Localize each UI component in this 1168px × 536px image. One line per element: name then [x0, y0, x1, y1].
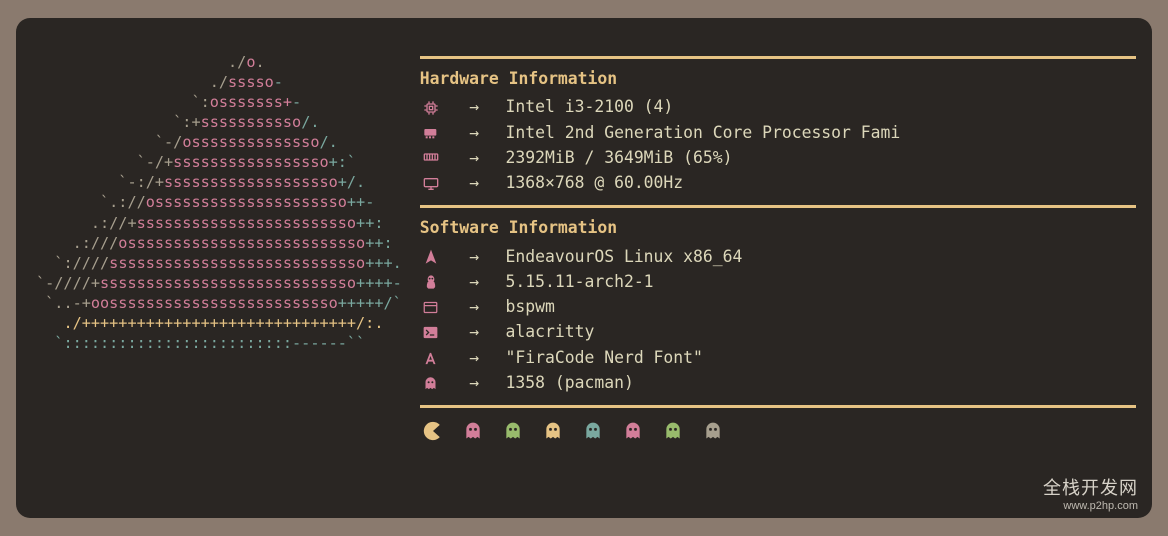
- ghost-icon: [702, 421, 724, 441]
- divider: [420, 405, 1136, 408]
- ghost-icon: [582, 421, 604, 441]
- arrow-icon: →: [452, 345, 496, 370]
- font-icon: [420, 351, 442, 366]
- memory-icon: [420, 151, 442, 165]
- hardware-section-title: Hardware Information: [420, 66, 1136, 91]
- distro-ascii-logo: ./o. ./sssso- `:osssssss+- `:+ssssssssss…: [32, 52, 412, 508]
- info-row-terminal: → alacritty: [420, 319, 1136, 344]
- packages-value: 1358 (pacman): [506, 373, 634, 392]
- arrow-icon: →: [452, 370, 496, 395]
- divider: [420, 205, 1136, 208]
- terminal-value: alacritty: [506, 322, 595, 341]
- arrow-icon: →: [452, 94, 496, 119]
- arrow-icon: →: [452, 120, 496, 145]
- info-row-distro: → EndeavourOS Linux x86_64: [420, 244, 1136, 269]
- distro-icon: [420, 249, 442, 265]
- software-section-title: Software Information: [420, 215, 1136, 240]
- system-info: Hardware Information → Intel i3-2100 (4)…: [412, 52, 1136, 508]
- divider: [420, 56, 1136, 59]
- memory-value: 2392MiB / 3649MiB (65%): [506, 148, 733, 167]
- wm-value: bspwm: [506, 297, 555, 316]
- arrow-icon: →: [452, 319, 496, 344]
- watermark: 全栈开发网 www.p2hp.com: [1043, 474, 1138, 512]
- terminal-icon: [420, 326, 442, 339]
- display-icon: [420, 177, 442, 191]
- arrow-icon: →: [452, 269, 496, 294]
- arrow-icon: →: [452, 170, 496, 195]
- ghost-icon: [542, 421, 564, 441]
- kernel-icon: [420, 274, 442, 290]
- info-row-memory: → 2392MiB / 3649MiB (65%): [420, 145, 1136, 170]
- arrow-icon: →: [452, 145, 496, 170]
- packages-icon: [420, 376, 442, 391]
- gpu-value: Intel 2nd Generation Core Processor Fami: [506, 123, 901, 142]
- kernel-value: 5.15.11-arch2-1: [506, 272, 654, 291]
- info-row-packages: → 1358 (pacman): [420, 370, 1136, 395]
- info-row-kernel: → 5.15.11-arch2-1: [420, 269, 1136, 294]
- gpu-icon: [420, 126, 442, 140]
- ghost-icon: [622, 421, 644, 441]
- ghost-icon: [502, 421, 524, 441]
- cpu-value: Intel i3-2100 (4): [506, 97, 674, 116]
- info-row-wm: → bspwm: [420, 294, 1136, 319]
- arrow-icon: →: [452, 244, 496, 269]
- watermark-url: www.p2hp.com: [1043, 500, 1138, 512]
- display-value: 1368×768 @ 60.00Hz: [506, 173, 684, 192]
- distro-value: EndeavourOS Linux x86_64: [506, 247, 743, 266]
- cpu-icon: [420, 100, 442, 116]
- arrow-icon: →: [452, 294, 496, 319]
- color-palette: [420, 420, 1136, 442]
- ghost-icon: [462, 421, 484, 441]
- font-value: "FiraCode Nerd Font": [506, 348, 703, 367]
- info-row-gpu: → Intel 2nd Generation Core Processor Fa…: [420, 120, 1136, 145]
- info-row-cpu: → Intel i3-2100 (4): [420, 94, 1136, 119]
- info-row-font: → "FiraCode Nerd Font": [420, 345, 1136, 370]
- info-row-display: → 1368×768 @ 60.00Hz: [420, 170, 1136, 195]
- terminal-window: ./o. ./sssso- `:osssssss+- `:+ssssssssss…: [16, 18, 1152, 518]
- wm-icon: [420, 301, 442, 314]
- pacman-icon: [422, 420, 444, 442]
- watermark-title: 全栈开发网: [1043, 474, 1138, 500]
- ghost-icon: [662, 421, 684, 441]
